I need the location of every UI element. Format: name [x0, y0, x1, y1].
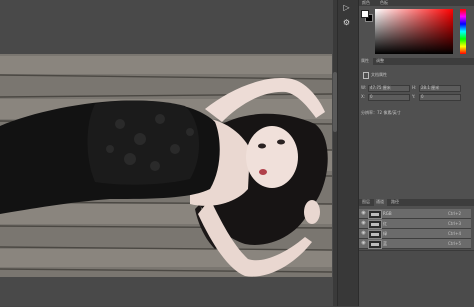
color-picker-field[interactable]: [375, 9, 453, 54]
visibility-eye-icon[interactable]: ◉: [361, 220, 366, 226]
y-value: 0: [421, 94, 424, 99]
photo-graphic: [0, 54, 332, 277]
channel-shortcut: Ctrl+5: [448, 241, 462, 246]
foreground-color-swatch[interactable]: [361, 10, 369, 18]
panel-icon-strip: [337, 0, 358, 306]
x-label: X:: [361, 94, 366, 99]
x-value: 0: [370, 94, 373, 99]
resolution-text: 分辨率：72 像素/英寸: [361, 110, 401, 115]
width-value: 47.75 厘米: [370, 85, 391, 90]
channel-name: RGB: [383, 211, 392, 216]
tab-color[interactable]: 颜色: [362, 0, 370, 6]
channel-shortcut: Ctrl+2: [448, 211, 462, 216]
tab-properties[interactable]: 属性: [361, 58, 369, 64]
channel-thumbnail: [368, 230, 382, 239]
tab-adjustments[interactable]: 调整: [376, 58, 384, 64]
x-field[interactable]: [368, 94, 410, 101]
hue-slider[interactable]: [460, 9, 466, 54]
visibility-eye-icon[interactable]: ◉: [361, 210, 366, 216]
doc-properties-label: 文档属性: [371, 72, 387, 77]
channel-thumbnail: [368, 220, 382, 229]
y-label: Y:: [412, 94, 416, 99]
tab-paths[interactable]: 路径: [391, 199, 399, 205]
document-image[interactable]: [0, 54, 332, 277]
channel-name: 红: [383, 221, 387, 226]
height-label: H:: [412, 85, 417, 90]
tab-layers[interactable]: 图层: [362, 199, 370, 205]
height-value: 28.1 厘米: [421, 85, 440, 90]
channel-thumbnail: [368, 210, 382, 219]
width-label: W:: [361, 85, 367, 90]
channel-shortcut: Ctrl+4: [448, 231, 462, 236]
y-field[interactable]: [419, 94, 461, 101]
visibility-eye-icon[interactable]: ◉: [361, 240, 366, 246]
tab-swatches[interactable]: 色板: [380, 0, 388, 6]
document-icon: [363, 72, 369, 79]
tab-channels[interactable]: 通道: [376, 199, 384, 205]
adjust-icon[interactable]: ⚙: [341, 17, 352, 28]
color-panel-header: [359, 0, 474, 6]
channel-shortcut: Ctrl+3: [448, 221, 462, 226]
channel-name: 蓝: [383, 241, 387, 246]
layers-panel-empty-area: [359, 250, 474, 307]
visibility-eye-icon[interactable]: ◉: [361, 230, 366, 236]
channel-name: 绿: [383, 231, 387, 236]
channel-thumbnail: [368, 240, 382, 249]
play-icon[interactable]: ▷: [341, 2, 352, 13]
